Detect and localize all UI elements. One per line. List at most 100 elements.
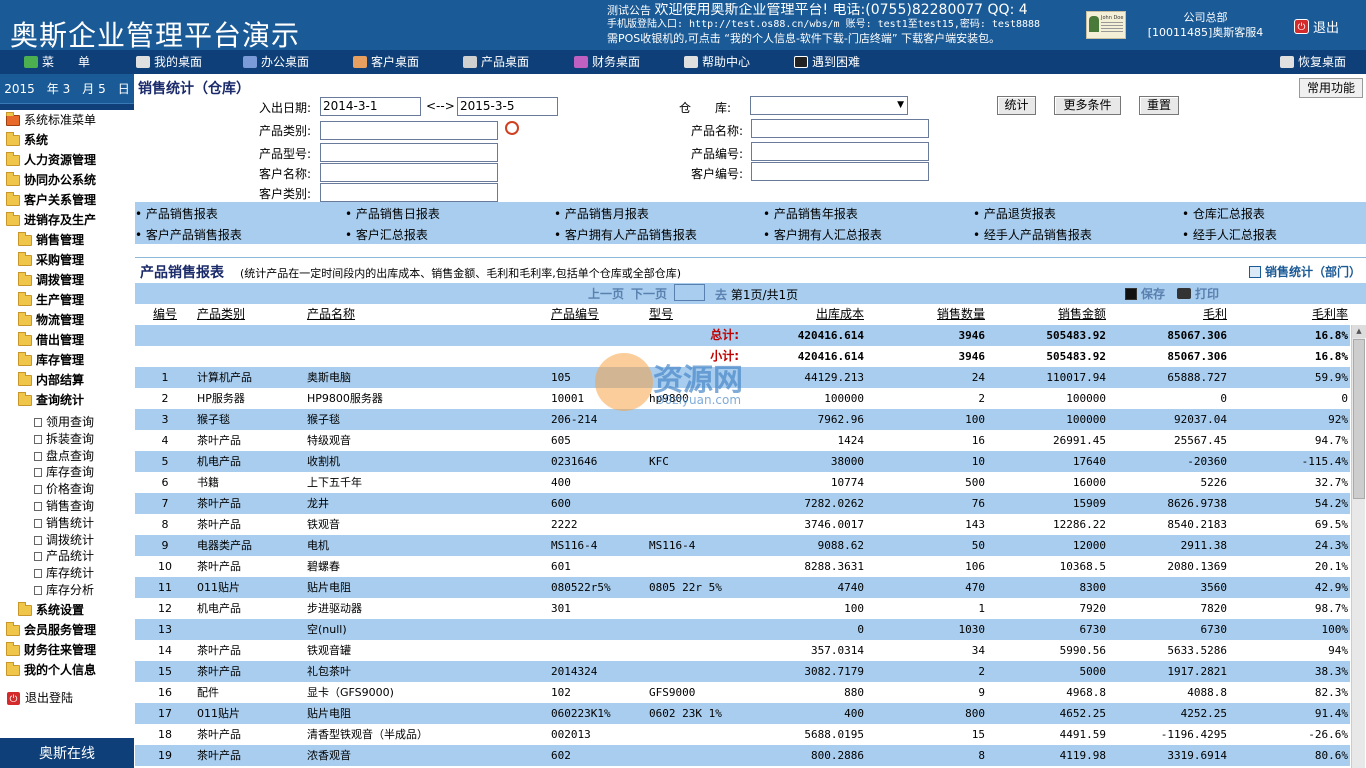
column-header[interactable]: 出库成本 bbox=[741, 304, 864, 325]
table-row[interactable]: 19 茶叶产品 浓香观音 602 800.2886 8 4119.98 3319.6914 80… bbox=[135, 745, 1350, 766]
menu-item-finance-desktop[interactable]: 财务桌面 bbox=[574, 50, 640, 74]
product-code-input[interactable] bbox=[751, 142, 929, 161]
warehouse-select[interactable]: ▼ bbox=[750, 96, 908, 115]
customer-code-input[interactable] bbox=[751, 162, 929, 181]
report-link[interactable]: • 经手人产品销售报表 bbox=[973, 226, 1092, 243]
sidebar-item[interactable]: 库存管理 bbox=[18, 350, 84, 370]
column-header[interactable]: 产品名称 bbox=[307, 304, 549, 325]
next-page-link[interactable]: 下一页 bbox=[631, 285, 667, 302]
date-from-input[interactable]: 2014-3-1 bbox=[320, 97, 421, 116]
common-functions-button[interactable]: 常用功能 bbox=[1299, 78, 1363, 98]
table-row[interactable]: 13 空(null) 0 1030 6730 6730 100% bbox=[135, 619, 1350, 640]
vertical-scrollbar[interactable]: ▲ bbox=[1351, 325, 1366, 768]
sidebar-item[interactable]: 调拨统计 bbox=[34, 532, 94, 549]
column-header[interactable]: 毛利 bbox=[1108, 304, 1227, 325]
sidebar-item[interactable]: 销售管理 bbox=[18, 230, 84, 250]
report-link[interactable]: • 客户拥有人汇总报表 bbox=[763, 226, 882, 243]
table-row[interactable]: 16 配件 显卡（GFS9000) 102 GFS9000 880 9 4968.8 4088.… bbox=[135, 682, 1350, 703]
category-search-icon[interactable] bbox=[505, 121, 519, 135]
sidebar-item[interactable]: 系统设置 bbox=[18, 600, 84, 620]
table-row[interactable]: 4 茶叶产品 特级观音 605 1424 16 26991.45 25567.45 94.7% bbox=[135, 430, 1350, 451]
column-header[interactable]: 销售金额 bbox=[987, 304, 1106, 325]
sidebar-item[interactable]: 库存分析 bbox=[34, 582, 94, 599]
save-button[interactable]: 保存 bbox=[1125, 285, 1165, 302]
column-header[interactable]: 销售数量 bbox=[866, 304, 985, 325]
column-header[interactable]: 毛利率 bbox=[1229, 304, 1348, 325]
report-link[interactable]: • 产品销售日报表 bbox=[345, 205, 440, 222]
table-row[interactable]: 17 011贴片 贴片电阻 060223K1% 0602 23K 1% 400 800 465… bbox=[135, 703, 1350, 724]
report-link[interactable]: • 仓库汇总报表 bbox=[1182, 205, 1265, 222]
report-link[interactable]: • 经手人汇总报表 bbox=[1182, 226, 1277, 243]
sidebar-item[interactable]: 拆装查询 bbox=[34, 431, 94, 448]
table-row[interactable]: 7 茶叶产品 龙井 600 7282.0262 76 15909 8626.9738 54.2% bbox=[135, 493, 1350, 514]
column-header[interactable]: 型号 bbox=[649, 304, 739, 325]
sidebar-item[interactable]: 客户关系管理 bbox=[6, 190, 96, 210]
menu-item-customer-desktop[interactable]: 客户桌面 bbox=[353, 50, 419, 74]
sidebar-item[interactable]: 调拨管理 bbox=[18, 270, 84, 290]
table-row[interactable]: 10 茶叶产品 碧螺春 601 8288.3631 106 10368.5 2080.1369… bbox=[135, 556, 1350, 577]
table-row[interactable]: 12 机电产品 步进驱动器 301 100 1 7920 7820 98.7% bbox=[135, 598, 1350, 619]
more-conditions-button[interactable]: 更多条件 bbox=[1054, 96, 1121, 115]
date-to-input[interactable]: 2015-3-5 bbox=[457, 97, 558, 116]
report-link[interactable]: • 产品销售报表 bbox=[135, 205, 218, 222]
sidebar-item[interactable]: 系统标准菜单 bbox=[6, 110, 96, 130]
sidebar-item[interactable]: 查询统计 bbox=[18, 390, 84, 410]
table-row[interactable]: 11 011贴片 贴片电阻 080522r5% 0805 22r 5% 4740 470 83… bbox=[135, 577, 1350, 598]
table-row[interactable]: 3 猴子毯 猴子毯 206-214 7962.96 100 100000 92037.04 92… bbox=[135, 409, 1350, 430]
sidebar-item[interactable]: 借出管理 bbox=[18, 330, 84, 350]
sidebar-item[interactable]: 进销存及生产 bbox=[6, 210, 96, 230]
scroll-thumb[interactable] bbox=[1353, 339, 1365, 499]
dept-stats-link[interactable]: 销售统计（部门） bbox=[1249, 263, 1361, 280]
sidebar-item[interactable]: 产品统计 bbox=[34, 548, 94, 565]
sidebar-item[interactable]: 物流管理 bbox=[18, 310, 84, 330]
logout-button[interactable]: ⏻ 退出 bbox=[1294, 17, 1339, 36]
menu-item-help-center[interactable]: 帮助中心 bbox=[684, 50, 750, 74]
print-button[interactable]: 打印 bbox=[1177, 285, 1219, 302]
table-row[interactable]: 9 电器类产品 电机 MS116-4 MS116-4 9088.62 50 12000 2911… bbox=[135, 535, 1350, 556]
table-row[interactable]: 6 书籍 上下五千年 400 10774 500 16000 5226 32.7% bbox=[135, 472, 1350, 493]
table-row[interactable]: 14 茶叶产品 铁观音罐 357.0314 34 5990.56 5633.5286 94% bbox=[135, 640, 1350, 661]
table-row[interactable]: 1 计算机产品 奥斯电脑 105 44129.213 24 110017.94 65888.7… bbox=[135, 367, 1350, 388]
report-link[interactable]: • 产品退货报表 bbox=[973, 205, 1056, 222]
sidebar-item[interactable]: 销售查询 bbox=[34, 498, 94, 515]
stats-button[interactable]: 统计 bbox=[997, 96, 1036, 115]
table-row[interactable]: 2 HP服务器 HP9800服务器 10001 hp9800 100000 2 100000 0… bbox=[135, 388, 1350, 409]
sidebar-item[interactable]: 财务往来管理 bbox=[6, 640, 96, 660]
sidebar-item[interactable]: 内部结算 bbox=[18, 370, 84, 390]
product-name-input[interactable] bbox=[751, 119, 929, 138]
menu-item-my-desktop[interactable]: 我的桌面 bbox=[136, 50, 202, 74]
sidebar-item[interactable]: 协同办公系统 bbox=[6, 170, 96, 190]
report-link[interactable]: • 产品销售月报表 bbox=[554, 205, 649, 222]
sidebar-item[interactable]: 系统 bbox=[6, 130, 48, 150]
menu-item-restore-desktop[interactable]: 恢复桌面 bbox=[1280, 50, 1346, 74]
table-row[interactable]: 18 茶叶产品 清香型铁观音（半成品） 002013 5688.0195 15 4491.5… bbox=[135, 724, 1350, 745]
sidebar-item[interactable]: 库存统计 bbox=[34, 565, 94, 582]
sidebar-item[interactable]: 人力资源管理 bbox=[6, 150, 96, 170]
menu-item-product-desktop[interactable]: 产品桌面 bbox=[463, 50, 529, 74]
sidebar-item[interactable]: 库存查询 bbox=[34, 464, 94, 481]
menu-item-menu[interactable]: 菜 单 bbox=[24, 50, 90, 74]
sidebar-item[interactable]: ⏻ 退出登陆 bbox=[6, 688, 73, 708]
sidebar-item[interactable]: 我的个人信息 bbox=[6, 660, 96, 680]
customer-type-input[interactable] bbox=[320, 183, 498, 202]
model-input[interactable] bbox=[320, 143, 498, 162]
prev-page-link[interactable]: 上一页 bbox=[588, 285, 624, 302]
sidebar-item[interactable]: 盘点查询 bbox=[34, 448, 94, 465]
report-link[interactable]: • 客户汇总报表 bbox=[345, 226, 428, 243]
category-input[interactable] bbox=[320, 121, 498, 140]
sidebar-item[interactable]: 采购管理 bbox=[18, 250, 84, 270]
sidebar-item[interactable]: 生产管理 bbox=[18, 290, 84, 310]
go-link[interactable]: 去 bbox=[715, 288, 727, 302]
report-link[interactable]: • 客户拥有人产品销售报表 bbox=[554, 226, 697, 243]
reset-button[interactable]: 重置 bbox=[1139, 96, 1179, 115]
menu-item-office-desktop[interactable]: 办公桌面 bbox=[243, 50, 309, 74]
menu-item-get-help[interactable]: 遇到困难 bbox=[794, 50, 860, 74]
sidebar-item[interactable]: 销售统计 bbox=[34, 515, 94, 532]
scroll-up-icon[interactable]: ▲ bbox=[1352, 325, 1366, 338]
table-row[interactable]: 5 机电产品 收割机 0231646 KFC 38000 10 17640 -20360 -115… bbox=[135, 451, 1350, 472]
page-number-input[interactable] bbox=[674, 284, 705, 301]
column-header[interactable]: 产品类别 bbox=[197, 304, 305, 325]
user-avatar[interactable]: John Doe bbox=[1086, 11, 1126, 39]
table-row[interactable]: 15 茶叶产品 礼包茶叶 2014324 3082.7179 2 5000 1917.2821… bbox=[135, 661, 1350, 682]
table-row[interactable]: 8 茶叶产品 铁观音 2222 3746.0017 143 12286.22 8540.218… bbox=[135, 514, 1350, 535]
